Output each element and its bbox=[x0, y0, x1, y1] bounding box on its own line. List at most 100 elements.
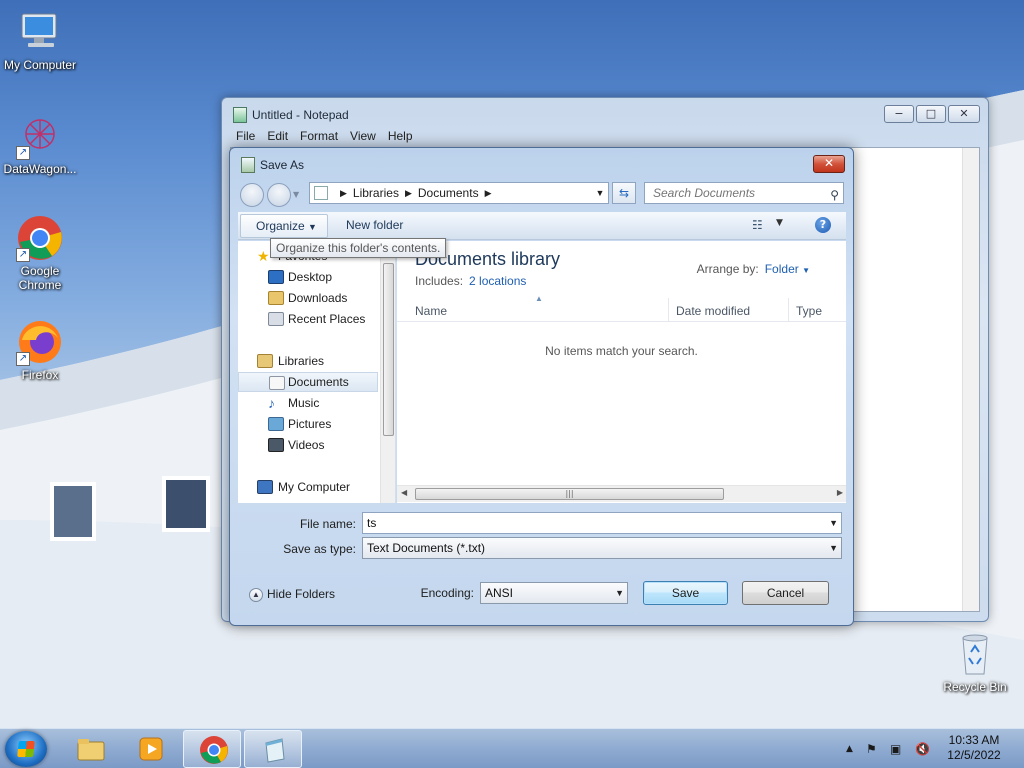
recycle-bin-icon bbox=[951, 630, 999, 678]
chevron-down-icon[interactable]: ▼ bbox=[615, 583, 624, 603]
breadcrumb-separator-icon: ▶ bbox=[340, 187, 347, 198]
view-dropdown-icon[interactable]: ▼ bbox=[776, 218, 783, 228]
nav-music[interactable]: ♪ Music bbox=[238, 393, 378, 413]
firefox-icon: ↗ bbox=[16, 318, 64, 366]
encoding-label: Encoding: bbox=[420, 586, 474, 600]
file-name-label: File name: bbox=[299, 517, 356, 531]
chevron-down-icon[interactable]: ▼ bbox=[829, 538, 838, 558]
horizontal-scrollbar[interactable]: ◀ ||| ▶ bbox=[397, 485, 846, 502]
clock-time: 10:33 AM bbox=[948, 733, 1000, 747]
maximize-button[interactable]: □ bbox=[916, 105, 946, 123]
cancel-button[interactable]: Cancel bbox=[742, 581, 829, 605]
pictures-icon bbox=[268, 417, 284, 431]
chevron-down-icon: ▼ bbox=[802, 266, 810, 275]
recent-places-icon bbox=[268, 312, 284, 326]
view-options-icon[interactable]: ☷ bbox=[752, 218, 768, 232]
scroll-right-icon[interactable]: ▶ bbox=[837, 488, 843, 497]
volume-muted-icon[interactable]: 🔇 bbox=[915, 742, 930, 756]
system-clock[interactable]: 10:33 AM 12/5/2022 bbox=[944, 733, 1004, 763]
notepad-icon bbox=[233, 107, 247, 123]
nav-downloads[interactable]: Downloads bbox=[238, 288, 378, 308]
media-player-icon bbox=[136, 734, 166, 764]
search-input[interactable] bbox=[653, 183, 818, 203]
organize-button[interactable]: Organize ▼ bbox=[240, 214, 328, 238]
taskbar-notepad[interactable] bbox=[244, 730, 302, 768]
column-headers: Name ▲ Date modified Type bbox=[397, 294, 846, 322]
nav-desktop[interactable]: Desktop bbox=[238, 267, 378, 287]
file-name-input[interactable] bbox=[367, 513, 794, 533]
menu-edit[interactable]: Edit bbox=[261, 129, 294, 143]
search-box[interactable]: ⚲ bbox=[644, 182, 844, 204]
file-name-field[interactable]: ▼ bbox=[362, 512, 842, 534]
nav-my-computer[interactable]: My Computer bbox=[238, 477, 378, 497]
datawagon-icon: ↗ bbox=[16, 112, 64, 160]
back-button[interactable] bbox=[240, 183, 264, 207]
new-folder-button[interactable]: New folder bbox=[346, 214, 403, 238]
chrome-icon bbox=[199, 735, 229, 765]
refresh-button[interactable]: ⇆ bbox=[612, 182, 636, 204]
save-button[interactable]: Save bbox=[643, 581, 728, 605]
column-name[interactable]: Name bbox=[415, 304, 447, 318]
scrollbar-thumb[interactable] bbox=[383, 263, 394, 436]
nav-videos[interactable]: Videos bbox=[238, 435, 378, 455]
network-icon[interactable]: ▣ bbox=[890, 742, 901, 756]
documents-icon bbox=[269, 376, 285, 390]
breadcrumb-libraries[interactable]: Libraries bbox=[353, 186, 399, 200]
menu-help[interactable]: Help bbox=[382, 129, 419, 143]
desktop-icon-google-chrome[interactable]: ↗ Google Chrome bbox=[0, 214, 80, 292]
desktop-icon-label: Firefox bbox=[21, 368, 59, 382]
desktop-icon-firefox[interactable]: ↗ Firefox bbox=[0, 318, 80, 382]
forward-button[interactable] bbox=[267, 183, 291, 207]
nav-libraries[interactable]: Libraries bbox=[238, 351, 378, 371]
save-as-type-select[interactable]: Text Documents (*.txt) ▼ bbox=[362, 537, 842, 559]
menu-format[interactable]: Format bbox=[294, 129, 344, 143]
save-as-type-value: Text Documents (*.txt) bbox=[367, 541, 486, 555]
menu-file[interactable]: File bbox=[230, 129, 261, 143]
start-button[interactable] bbox=[5, 731, 47, 767]
vertical-scrollbar[interactable] bbox=[962, 148, 979, 611]
scroll-left-icon[interactable]: ◀ bbox=[401, 488, 407, 497]
address-dropdown-icon[interactable]: ▼ bbox=[592, 188, 608, 198]
navigation-pane: ★Favorites Desktop Downloads Recent Plac… bbox=[238, 241, 396, 503]
taskbar-chrome[interactable] bbox=[183, 730, 241, 768]
save-as-dialog: Save As ✕ ▼ ▶ Libraries ▶ Documents ▶ ▼ … bbox=[229, 147, 854, 626]
desktop-icon-label: DataWagon... bbox=[3, 162, 77, 176]
recent-locations-dropdown[interactable]: ▼ bbox=[293, 190, 299, 199]
minimize-button[interactable]: − bbox=[884, 105, 914, 123]
music-icon: ♪ bbox=[268, 395, 275, 411]
address-bar[interactable]: ▶ Libraries ▶ Documents ▶ ▼ bbox=[309, 182, 609, 204]
taskbar-media-player[interactable] bbox=[121, 730, 179, 768]
column-divider[interactable] bbox=[668, 298, 669, 322]
navigation-scrollbar[interactable] bbox=[380, 241, 395, 503]
close-button[interactable]: ✕ bbox=[948, 105, 980, 123]
locations-link[interactable]: 2 locations bbox=[469, 274, 526, 288]
search-icon[interactable]: ⚲ bbox=[830, 185, 839, 205]
column-date-modified[interactable]: Date modified bbox=[676, 304, 750, 318]
menu-view[interactable]: View bbox=[344, 129, 382, 143]
column-type[interactable]: Type bbox=[796, 304, 822, 318]
desktop-icon-my-computer[interactable]: My Computer bbox=[0, 8, 80, 72]
taskbar-explorer[interactable] bbox=[61, 730, 119, 768]
nav-recent-places[interactable]: Recent Places bbox=[238, 309, 378, 329]
hide-folders-button[interactable]: ▲ Hide Folders bbox=[249, 587, 335, 602]
encoding-select[interactable]: ANSI ▼ bbox=[480, 582, 628, 604]
breadcrumb-documents[interactable]: Documents bbox=[418, 186, 479, 200]
desktop-icon-label-line2: Chrome bbox=[18, 278, 62, 292]
column-divider[interactable] bbox=[788, 298, 789, 322]
nav-documents[interactable]: Documents bbox=[238, 372, 378, 392]
window-title: Untitled - Notepad bbox=[252, 108, 349, 122]
help-icon[interactable]: ? bbox=[815, 217, 831, 233]
scrollbar-thumb[interactable]: ||| bbox=[415, 488, 724, 500]
nav-pictures[interactable]: Pictures bbox=[238, 414, 378, 434]
show-hidden-icons-icon[interactable]: ▲ bbox=[846, 744, 853, 754]
organize-label: Organize bbox=[256, 219, 305, 233]
desktop-icon-datawagon[interactable]: ↗ DataWagon... bbox=[0, 112, 80, 176]
dialog-close-button[interactable]: ✕ bbox=[813, 155, 845, 173]
desktop-icon-label: My Computer bbox=[3, 58, 77, 72]
action-center-flag-icon[interactable]: ⚑ bbox=[866, 742, 877, 756]
chevron-up-icon: ▲ bbox=[249, 587, 263, 602]
desktop-icon-recycle-bin[interactable]: Recycle Bin bbox=[935, 630, 1015, 694]
arrange-by-dropdown[interactable]: Folder ▼ bbox=[765, 262, 810, 276]
desktop-icon bbox=[268, 270, 284, 284]
file-name-dropdown-icon[interactable]: ▼ bbox=[829, 513, 838, 533]
